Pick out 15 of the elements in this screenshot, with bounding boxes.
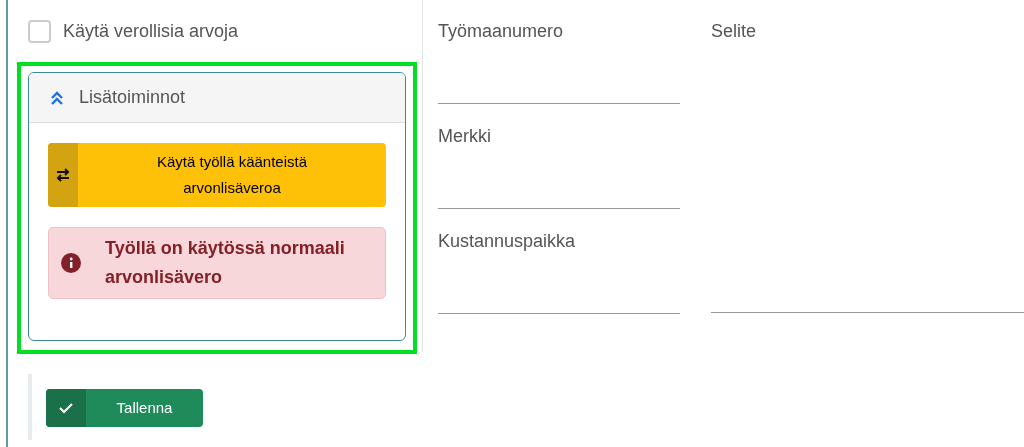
alert-text: Työllä on käytössä normaali arvonlisävero: [105, 237, 345, 289]
reverse-vat-button[interactable]: Käytä työllä käänteistä arvonlisäveroa: [48, 143, 386, 207]
field-label: Merkki: [438, 125, 492, 148]
chevrons-up-icon: [49, 89, 65, 106]
save-button[interactable]: Tallenna: [46, 389, 203, 427]
field-label: Selite: [711, 20, 758, 43]
checkbox[interactable]: [28, 19, 51, 43]
panel-title: Lisätoiminnot: [79, 86, 186, 109]
field-label: Kustannuspaikka: [438, 230, 577, 253]
checkmark-icon: [59, 402, 73, 414]
info-icon: [61, 253, 81, 273]
panel-header[interactable]: Lisätoiminnot: [29, 73, 405, 123]
checkbox-label: Käytä verollisia arvoja: [63, 19, 239, 43]
field-label: Työmaanumero: [438, 20, 565, 43]
swap-arrows-icon: [56, 168, 70, 182]
